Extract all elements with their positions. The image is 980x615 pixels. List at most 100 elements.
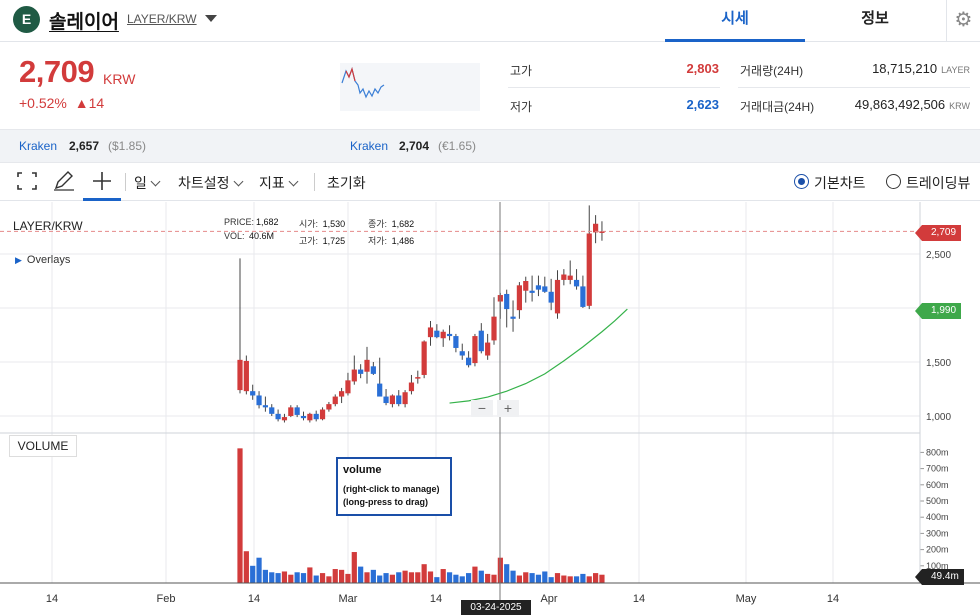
volume-bar	[554, 573, 561, 583]
chevron-down-icon	[233, 176, 243, 187]
volume-bar	[370, 569, 376, 583]
x-axis-tick-label: Feb	[157, 593, 176, 605]
interval-dropdown[interactable]: 일	[134, 173, 161, 193]
volume-bar	[516, 575, 522, 583]
volume-panel-label[interactable]: VOLUME	[9, 435, 77, 457]
indicators-dropdown[interactable]: 지표	[259, 173, 299, 193]
x-axis-tick-label: Apr	[540, 593, 557, 605]
x-axis-tick-label: Mar	[339, 593, 358, 605]
volume-bar	[415, 572, 421, 583]
candle-body	[250, 391, 256, 396]
tradingview-radio[interactable]	[886, 174, 901, 189]
volume-bar	[281, 571, 288, 583]
ohlc-price: 1,682	[256, 217, 279, 227]
overlays-toggle[interactable]: ▶ Overlays	[15, 254, 70, 266]
candle-body	[402, 392, 408, 405]
tab-info[interactable]: 정보	[805, 0, 945, 42]
candle-body	[383, 396, 389, 404]
candle-body	[542, 286, 548, 292]
volume-bar	[307, 567, 313, 583]
volume-axis-tick-label: 200m	[926, 545, 949, 555]
candle-body	[516, 285, 522, 311]
volume-bar	[256, 557, 262, 583]
price-change: +0.52% ▲14	[19, 95, 104, 111]
tooltip-line: (right-click to manage)	[343, 484, 440, 494]
x-axis-tick-label: May	[736, 593, 757, 605]
price-axis-tick-label: 1,500	[926, 358, 951, 369]
zoom-in-button[interactable]: +	[497, 400, 519, 417]
candle-body	[427, 327, 434, 338]
volume-bar	[300, 573, 307, 583]
exchange-name[interactable]: Kraken	[19, 139, 57, 153]
chart-settings-dropdown[interactable]: 차트설정	[178, 173, 243, 193]
ohlc-low: 1,486	[391, 236, 415, 246]
volume-bar	[586, 576, 592, 583]
price-chart[interactable]: 14Feb14Mar14Apr14May142,5002,0001,5001,0…	[0, 202, 980, 615]
volume-bar	[339, 569, 345, 583]
low-value: 2,623	[686, 97, 719, 112]
chevron-down-icon[interactable]	[205, 15, 217, 22]
volume-axis-tick-label: 300m	[926, 528, 949, 538]
candle-body	[415, 377, 421, 379]
basic-chart-radio[interactable]	[794, 174, 809, 189]
volume-bar	[351, 552, 357, 583]
volume-tag: 49.4m	[915, 569, 964, 585]
x-axis-tick-label: 14	[46, 593, 58, 605]
exchange-name[interactable]: Kraken	[350, 139, 388, 153]
ohlc-readout: 종가: 1,682 저가: 1,486	[368, 217, 414, 247]
chart-toolbar: 일 차트설정 지표 초기화 기본차트 트레이딩뷰	[0, 163, 980, 201]
tab-market[interactable]: 시세	[665, 0, 805, 42]
candle-body	[275, 413, 281, 420]
candle-body	[396, 395, 402, 405]
gear-icon[interactable]: ⚙	[946, 0, 980, 42]
volume-bar	[383, 573, 389, 583]
current-price: 2,709	[19, 54, 95, 89]
candle-body	[256, 395, 262, 406]
candle-body	[586, 233, 592, 306]
tradingview-label[interactable]: 트레이딩뷰	[906, 173, 970, 193]
volume-bar	[459, 576, 465, 583]
zoom-out-button[interactable]: −	[471, 400, 493, 417]
chart-settings-label: 차트설정	[178, 175, 230, 191]
toolbar-divider	[125, 173, 126, 191]
candle-body	[313, 413, 319, 420]
volume-bar	[580, 573, 586, 583]
volume-bar	[573, 576, 580, 583]
trade-value-value: 49,863,492,506 KRW	[820, 97, 970, 112]
volume-bar	[535, 574, 542, 583]
volume-bar	[504, 564, 510, 583]
candle-body	[459, 351, 465, 356]
low-label: 저가	[510, 100, 533, 114]
pencil-icon[interactable]	[51, 169, 77, 193]
price-axis-tick-label: 1,000	[926, 412, 951, 423]
basic-chart-label[interactable]: 기본차트	[814, 173, 866, 193]
x-axis-tick-label: 14	[248, 593, 260, 605]
coin-name[interactable]: 솔레이어	[49, 7, 119, 34]
price-axis-tick-label: 2,500	[926, 250, 951, 261]
volume-bar	[288, 574, 294, 583]
reset-button[interactable]: 초기화	[327, 173, 366, 193]
candle-body	[573, 279, 580, 287]
mini-price-chart	[340, 63, 480, 111]
volume-24h-value: 18,715,210 LAYER	[820, 61, 970, 76]
fullscreen-icon[interactable]	[14, 169, 40, 193]
candle-body	[269, 407, 275, 414]
volume-bar	[485, 573, 491, 583]
coin-pair-link[interactable]: LAYER/KRW	[127, 12, 197, 26]
ohlc-high: 1,725	[322, 236, 346, 246]
candle-body	[453, 336, 459, 348]
candle-body	[408, 382, 415, 392]
moving-average-tag: 1,990	[914, 303, 962, 319]
tooltip-line: (long-press to drag)	[343, 497, 428, 507]
coin-logo: E	[13, 6, 40, 33]
chart-symbol: LAYER/KRW	[13, 219, 83, 233]
exchange-price: 2,657	[69, 139, 100, 153]
volume-bar	[421, 564, 427, 583]
exchange-price-usd: ($1.85)	[108, 139, 147, 153]
crosshair-tool[interactable]	[83, 163, 121, 201]
top-bar: E 솔레이어 LAYER/KRW 시세 정보 ⚙	[0, 0, 980, 42]
volume-bar	[491, 574, 497, 583]
volume-bar	[377, 575, 383, 583]
candle-body	[339, 391, 345, 397]
volume-bar	[446, 572, 453, 583]
